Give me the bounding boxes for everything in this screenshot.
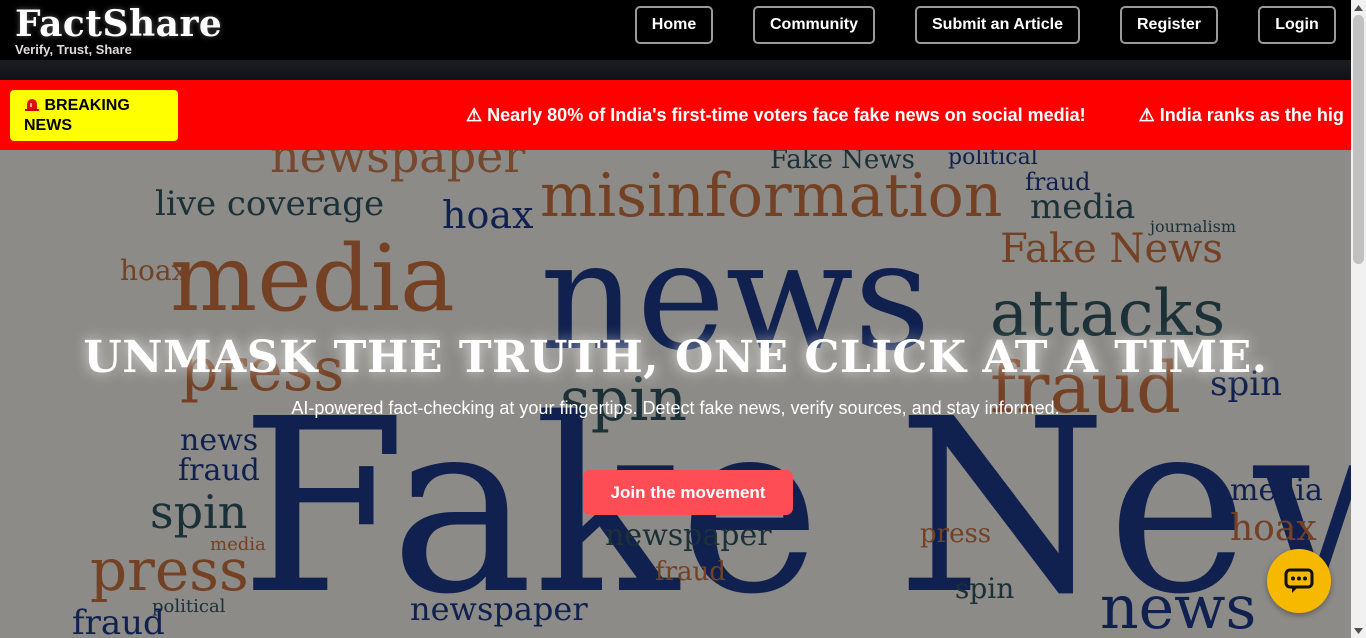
nav-home-button[interactable]: Home	[635, 6, 713, 44]
breaking-news-badge: BREAKING NEWS	[10, 90, 178, 141]
nav-register-button[interactable]: Register	[1120, 6, 1218, 44]
hero-subtitle: AI-powered fact-checking at your fingert…	[291, 398, 1060, 418]
page: FactShare Verify, Trust, Share Home Comm…	[0, 0, 1351, 638]
logo-title: FactShare	[15, 3, 223, 45]
page-scrollbar[interactable]	[1351, 0, 1366, 638]
ticker-headline[interactable]: ⚠ Nearly 80% of India's first-time voter…	[466, 105, 1086, 125]
join-movement-button[interactable]: Join the movement	[583, 470, 793, 515]
scroll-up-arrow-icon[interactable]	[1351, 0, 1366, 15]
chat-button[interactable]	[1267, 549, 1331, 613]
nav-community-button[interactable]: Community	[753, 6, 875, 44]
hero-title: UNMASK THE TRUTH, ONE CLICK AT A TIME.	[83, 332, 1268, 383]
nav-login-button[interactable]: Login	[1258, 6, 1336, 44]
breaking-news-bar: BREAKING NEWS ⚠ Nearly 80% of India's fi…	[0, 80, 1351, 150]
ticker-headline[interactable]: ⚠ India ranks as the hig	[1139, 105, 1344, 125]
scroll-down-arrow-icon[interactable]	[1351, 623, 1366, 638]
nav-submit-article-button[interactable]: Submit an Article	[915, 6, 1080, 44]
siren-icon	[25, 99, 39, 111]
logo[interactable]: FactShare Verify, Trust, Share	[15, 4, 222, 57]
header-divider	[0, 60, 1351, 80]
hero-dark-overlay	[0, 150, 1351, 638]
news-ticker: ⚠ Nearly 80% of India's first-time voter…	[466, 105, 1351, 126]
chat-bubble-icon	[1284, 568, 1314, 593]
breaking-news-label: BREAKING NEWS	[24, 97, 130, 134]
hero-section: newspaper Fake News political misinforma…	[0, 150, 1351, 638]
scrollbar-thumb[interactable]	[1353, 15, 1364, 264]
site-header: FactShare Verify, Trust, Share Home Comm…	[0, 0, 1351, 60]
